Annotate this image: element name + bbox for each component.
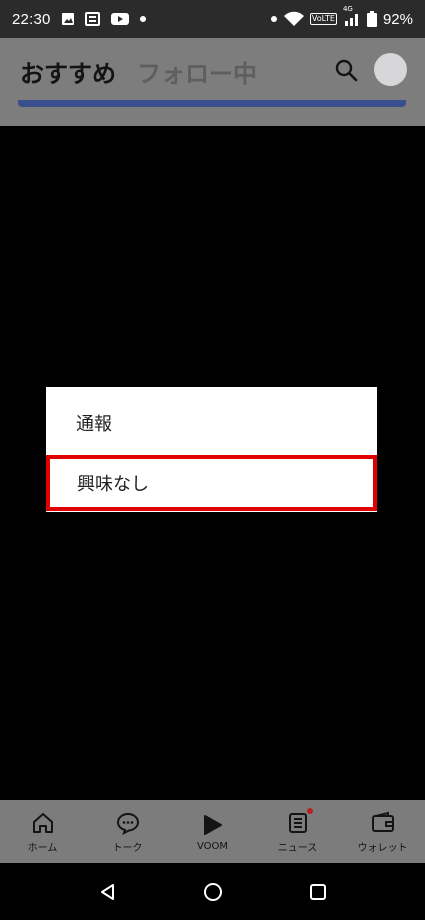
context-menu: 通報 興味なし: [46, 387, 377, 512]
signal-icon: 4G: [343, 5, 361, 27]
tab-indicator: [18, 100, 406, 107]
tab-following[interactable]: フォロー中: [137, 54, 257, 89]
header: おすすめ フォロー中: [0, 38, 425, 126]
status-right: VoLTE 4G 92%: [270, 5, 413, 28]
tab-recommended[interactable]: おすすめ: [20, 54, 116, 89]
recents-icon[interactable]: [306, 880, 330, 904]
news-icon: [285, 810, 311, 836]
search-icon[interactable]: [334, 58, 360, 84]
chat-icon: [115, 810, 141, 836]
gallery-icon: [61, 12, 75, 26]
status-time: 22:30: [12, 10, 51, 28]
nav-item-wallet[interactable]: ウォレット: [340, 800, 425, 863]
nav-label-news: ニュース: [277, 842, 318, 854]
news-badge: [307, 808, 313, 814]
bottom-nav: ホーム トーク VOOM ニュース ウォレット: [0, 800, 425, 863]
nav-item-news[interactable]: ニュース: [255, 800, 340, 863]
news-app-icon: [84, 12, 101, 26]
wallet-icon: [370, 810, 396, 836]
youtube-icon: [110, 12, 129, 26]
nav-label-talk: トーク: [112, 842, 143, 854]
system-nav: [0, 863, 425, 920]
menu-item-not-interested[interactable]: 興味なし: [46, 455, 377, 511]
nav-label-voom: VOOM: [196, 840, 229, 852]
nav-label-wallet: ウォレット: [357, 842, 408, 854]
menu-item-report[interactable]: 通報: [46, 391, 377, 455]
back-icon[interactable]: [96, 880, 120, 904]
lte-label: 4G: [342, 5, 353, 13]
nav-item-home[interactable]: ホーム: [0, 800, 85, 863]
battery-icon: [366, 11, 377, 27]
home-icon: [30, 810, 56, 836]
wifi-icon: [283, 11, 304, 27]
home-circle-icon[interactable]: [201, 880, 225, 904]
nav-label-home: ホーム: [27, 842, 58, 854]
nav-item-talk[interactable]: トーク: [85, 800, 170, 863]
dot-icon: [270, 15, 278, 23]
battery-percent: 92%: [382, 10, 413, 28]
voom-icon: [200, 812, 226, 838]
volte-badge: VoLTE: [309, 13, 337, 25]
status-bar: 22:30 VoLTE 4G 92%: [0, 0, 425, 38]
status-left: 22:30: [12, 11, 147, 28]
dot-icon: [139, 15, 147, 23]
nav-item-voom[interactable]: VOOM: [170, 800, 255, 863]
avatar[interactable]: [374, 53, 407, 86]
